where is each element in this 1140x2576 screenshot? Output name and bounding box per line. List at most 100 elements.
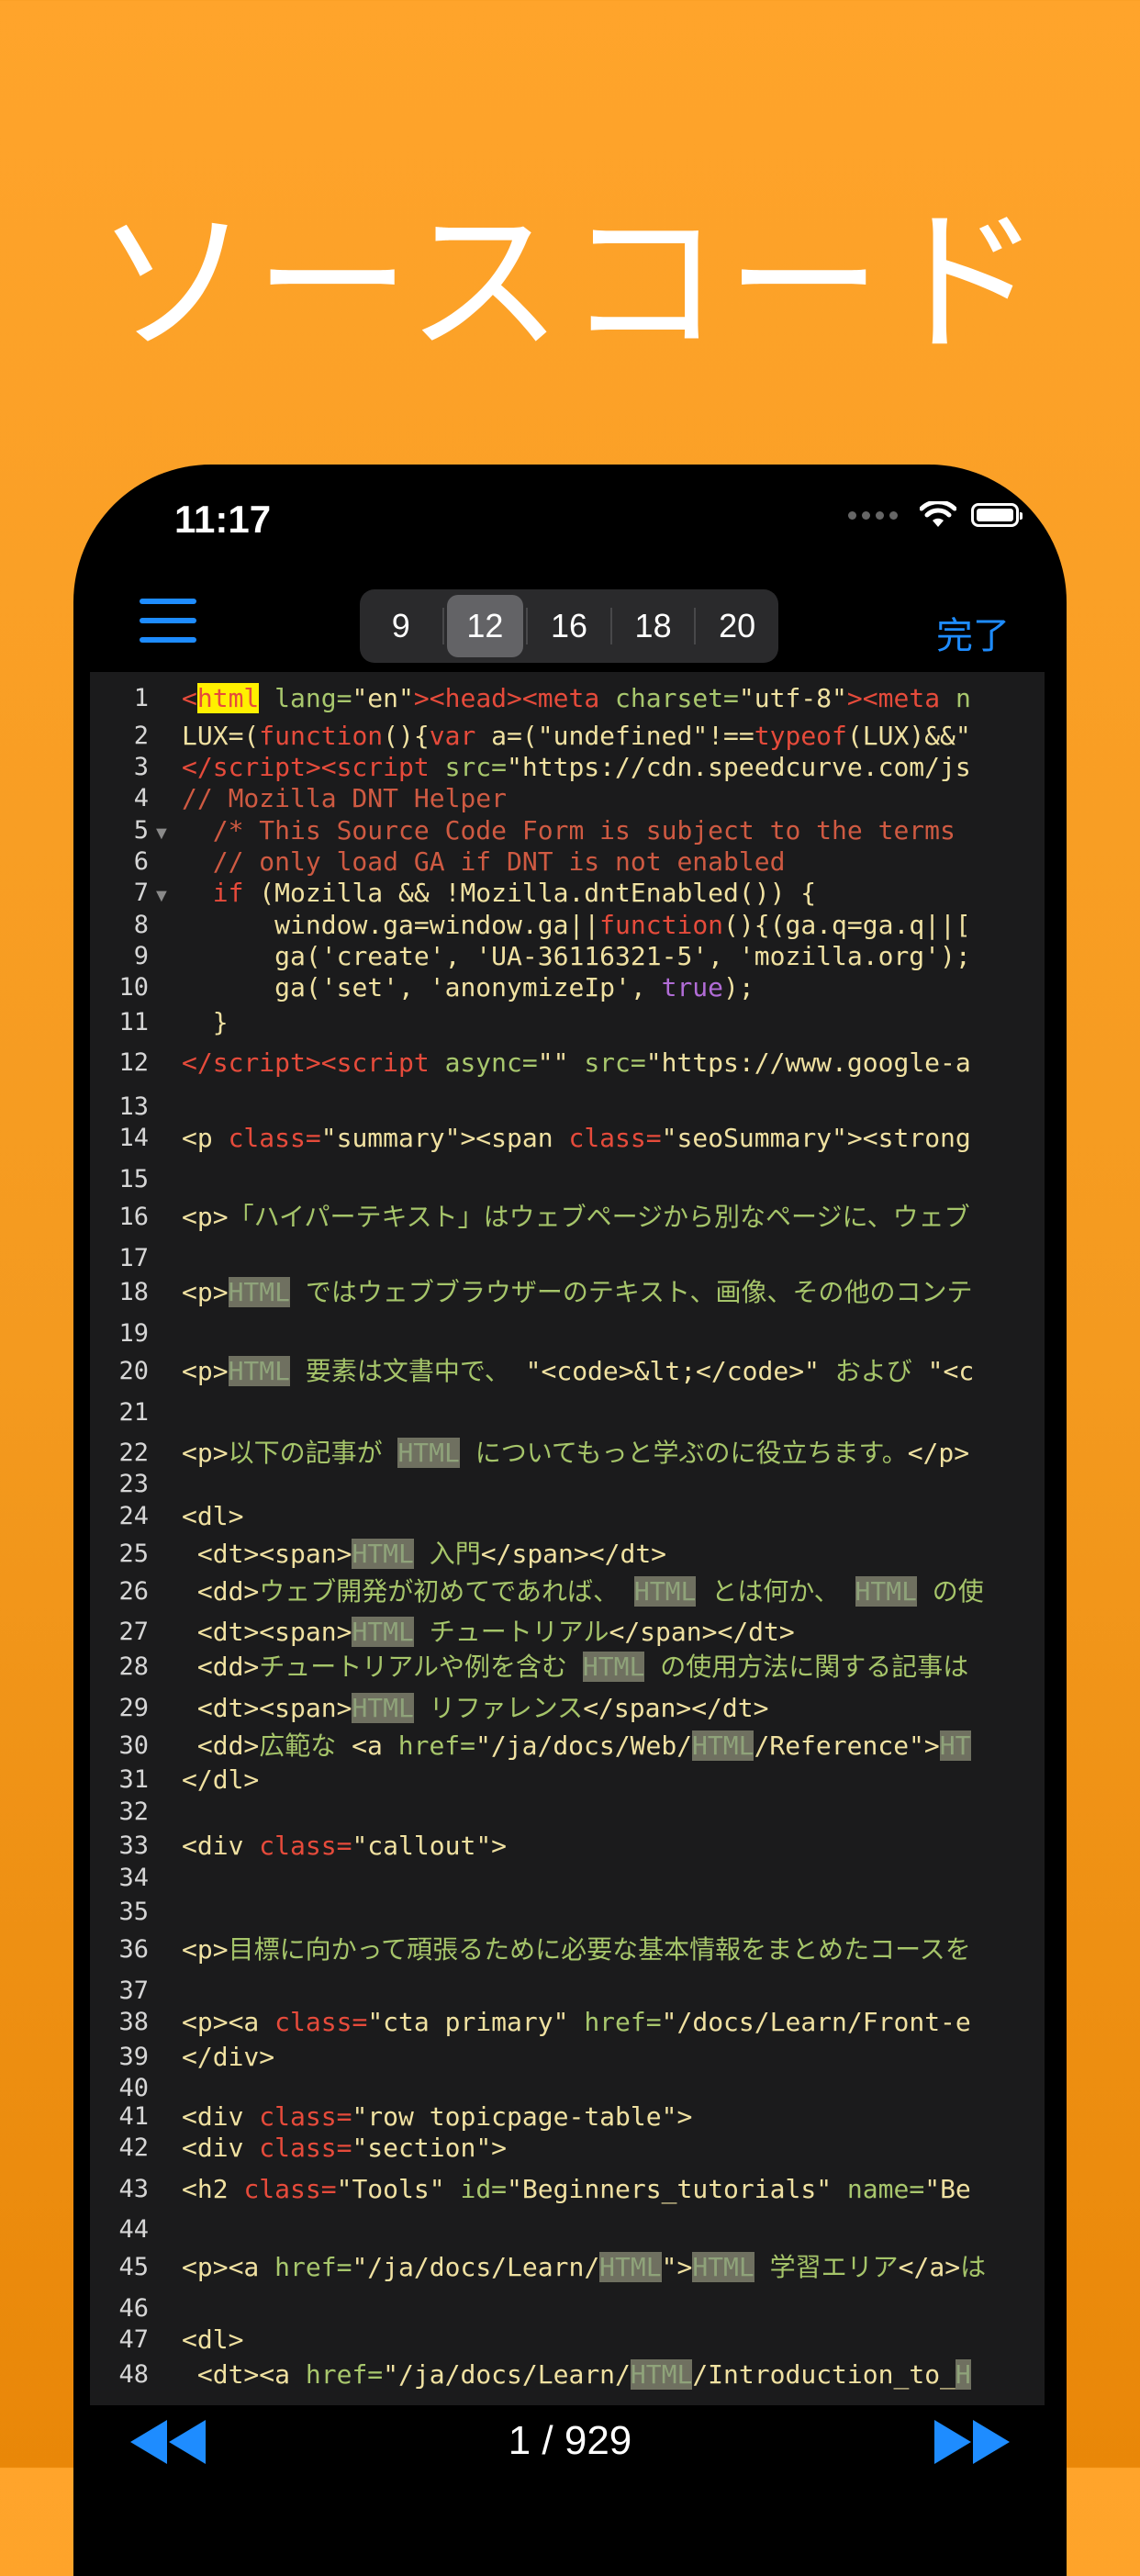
code-line: 29 <dt><span>HTML リファレンス</span></dt> (90, 1690, 1045, 1727)
code-text: <h2 class="Tools" id="Beginners_tutorial… (182, 2173, 971, 2204)
done-button[interactable]: 完了 (936, 606, 1010, 659)
code-line: 15 (90, 1161, 1045, 1198)
code-line: 30 <dd>広範な <a href="/ja/docs/Web/HTML/Re… (90, 1728, 1045, 1764)
line-number: 1 (133, 683, 149, 712)
line-number: 17 (118, 1243, 149, 1272)
line-number: 28 (118, 1652, 149, 1682)
font-size-option-9[interactable]: 9 (363, 595, 440, 657)
code-line: 26 <dd>ウェブ開発が初めてであれば、 HTML とは何か、 HTML の使 (90, 1574, 1045, 1610)
line-number: 47 (118, 2325, 149, 2355)
code-line: 42 <div class="section"> (90, 2130, 1045, 2167)
code-text: <p>「ハイパーテキスト」はウェブページから別なページに、ウェブ (182, 1202, 970, 1233)
font-size-segmented-control: 9 12 16 18 20 (360, 589, 778, 663)
wifi-icon (920, 501, 956, 527)
code-text: <dd>ウェブ開発が初めてであれば、 HTML とは何か、 HTML の使 (196, 1575, 984, 1607)
code-line: 38 <p><a class="cta primary" href="/docs/… (90, 2004, 1045, 2041)
code-line: 34 (90, 1860, 1045, 1897)
line-number: 42 (118, 2134, 149, 2163)
code-text: <dd>チュートリアルや例を含む HTML の使用方法に関する記事は (196, 1652, 969, 1683)
status-indicators (848, 501, 1023, 529)
code-line: 17 (90, 1240, 1045, 1277)
segment-divider (694, 608, 697, 644)
code-line: 14 <p class="summary"><span class="seoSum… (90, 1120, 1045, 1157)
line-number: 10 (118, 973, 149, 1002)
code-text: <dt><span>HTML チュートリアル</span></dt> (196, 1617, 795, 1648)
code-line: 11 } (90, 1004, 1045, 1041)
code-line: 36 <p>目標に向かって頑張るために必要な基本情報をまとめたコースを (90, 1932, 1045, 1968)
code-line: 32 (90, 1794, 1045, 1831)
code-line: 45 <p><a href="/ja/docs/Learn/HTML">HTML … (90, 2249, 1045, 2286)
code-line: 28 <dd>チュートリアルや例を含む HTML の使用方法に関する記事は (90, 1649, 1045, 1686)
status-time: 11:17 (174, 498, 272, 541)
segment-divider (526, 608, 529, 644)
battery-icon (971, 503, 1023, 527)
code-line: 21 (90, 1394, 1045, 1431)
code-line: 10 ga('set', 'anonymizeIp', true); (90, 969, 1045, 1006)
code-line: 44 (90, 2212, 1045, 2248)
line-number: 32 (118, 1797, 149, 1826)
code-line: 27 <dt><span>HTML チュートリアル</span></dt> (90, 1614, 1045, 1651)
font-size-option-16[interactable]: 16 (531, 595, 608, 657)
code-text: <p>HTML 要素は文書中で、 "<code>&lt;</code>" および… (182, 1356, 975, 1387)
hero-title: ソースコード (95, 193, 1045, 375)
code-text: <dt><span>HTML リファレンス</span></dt> (196, 1692, 769, 1723)
line-number: 11 (118, 1007, 149, 1036)
code-text: <p><a href="/ja/docs/Learn/HTML">HTML 学習… (182, 2252, 987, 2283)
code-text: <dl> (182, 2324, 244, 2356)
code-text: <div class="section"> (182, 2133, 508, 2164)
code-text: <p><a class="cta primary" href="/docs/Le… (182, 2007, 971, 2038)
line-number: 26 (118, 1576, 149, 1606)
line-number: 38 (118, 2008, 149, 2037)
source-code-view[interactable]: 1 <html lang="en"><head><meta charset="ut… (90, 672, 1045, 2405)
code-line: 24 <dl> (90, 1498, 1045, 1535)
line-number: 30 (118, 1730, 149, 1760)
line-number: 21 (118, 1397, 149, 1427)
font-size-option-18[interactable]: 18 (615, 595, 692, 657)
line-number: 20 (118, 1357, 149, 1386)
line-number: 29 (118, 1693, 149, 1722)
code-text: <dd>広範な <a href="/ja/docs/Web/HTML/Refer… (196, 1730, 971, 1761)
phone-frame: 11:17 9 12 16 18 20 完了 1 <html lang="en"><hea… (73, 465, 1067, 2576)
code-line: 12 </script><script async="" src="https:/… (90, 1045, 1045, 1081)
hamburger-icon (140, 599, 196, 604)
code-text: <html lang="en"><head><meta charset="utf… (182, 682, 971, 713)
bottom-toolbar: 1 / 929 (73, 2405, 1067, 2479)
fast-forward-icon[interactable] (931, 2416, 1013, 2468)
line-number: 18 (118, 1278, 149, 1307)
code-text: <dt><a href="/ja/docs/Learn/HTML/Introdu… (196, 2358, 971, 2390)
line-number: 16 (118, 1203, 149, 1232)
line-number: 48 (118, 2359, 149, 2389)
code-text: <p>HTML ではウェブブラウザーのテキスト、画像、その他のコンテ (182, 1277, 973, 1308)
line-number: 45 (118, 2253, 149, 2282)
code-text: </script><script async="" src="https://w… (182, 1047, 971, 1079)
code-text: <dt><span>HTML 入門</span></dt> (196, 1538, 667, 1569)
line-number: 35 (118, 1898, 149, 1927)
font-size-option-20[interactable]: 20 (699, 595, 776, 657)
segment-divider (441, 608, 444, 644)
code-line: 19 (90, 1316, 1045, 1352)
line-number: 25 (118, 1539, 149, 1568)
line-number: 12 (118, 1048, 149, 1078)
line-number: 44 (118, 2215, 149, 2245)
code-text: <p class="summary"><span class="seoSumma… (182, 1123, 971, 1154)
menu-button[interactable] (140, 599, 198, 643)
code-text: <dl> (182, 1500, 244, 1531)
code-line: 18 <p>HTML ではウェブブラウザーのテキスト、画像、その他のコンテ (90, 1274, 1045, 1311)
line-number: 27 (118, 1618, 149, 1647)
line-number: 15 (118, 1165, 149, 1194)
line-number: 19 (118, 1318, 149, 1348)
code-line: 16 <p>「ハイパーテキスト」はウェブページから別なページに、ウェブ (90, 1199, 1045, 1236)
line-number: 34 (118, 1863, 149, 1892)
code-line: 47 <dl> (90, 2322, 1045, 2358)
code-text: } (212, 1006, 229, 1037)
code-line: 43 <h2 class="Tools" id="Beginners_tutori… (90, 2171, 1045, 2208)
code-line: 25 <dt><span>HTML 入門</span></dt> (90, 1536, 1045, 1573)
code-text: ga('set', 'anonymizeIp', true); (274, 972, 754, 1003)
page-indicator: 1 / 929 (508, 2418, 632, 2463)
font-size-option-12[interactable]: 12 (446, 595, 524, 657)
code-line: 1 <html lang="en"><head><meta charset="ut… (90, 680, 1045, 717)
line-number: 14 (118, 1124, 149, 1153)
segment-divider (609, 608, 612, 644)
code-line: 20 <p>HTML 要素は文書中で、 "<code>&lt;</code>" お… (90, 1353, 1045, 1390)
line-number: 36 (118, 1935, 149, 1965)
